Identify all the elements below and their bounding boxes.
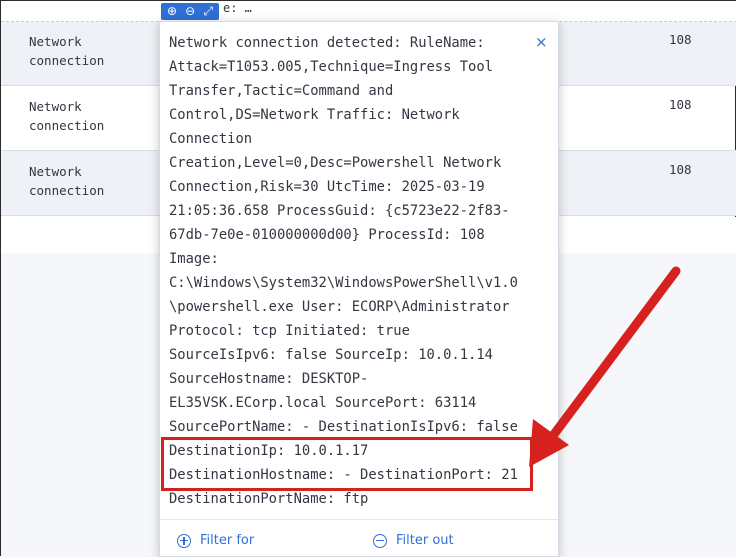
filter-for-label: Filter for bbox=[200, 533, 255, 548]
minus-circle-icon bbox=[373, 533, 387, 548]
zoom-out-icon[interactable]: ⊖ bbox=[185, 3, 195, 20]
process-id-cell: 108 bbox=[669, 97, 692, 112]
process-id-cell: 108 bbox=[669, 162, 692, 177]
column-header: e: … bbox=[1, 1, 736, 22]
filter-out-button[interactable]: Filter out bbox=[373, 533, 454, 548]
zoom-in-icon[interactable]: ⊕ bbox=[167, 3, 177, 20]
filter-for-button[interactable]: Filter for bbox=[177, 533, 254, 548]
event-type-cell: Network connection bbox=[29, 99, 105, 133]
plus-circle-icon bbox=[177, 533, 191, 548]
expand-icon[interactable]: ⤢ bbox=[203, 3, 213, 20]
cell-action-toolbar: ⊕ ⊖ ⤢ bbox=[161, 3, 219, 20]
header-fragment: e: … bbox=[223, 1, 252, 15]
filter-out-label: Filter out bbox=[396, 533, 454, 548]
event-type-cell: Network connection bbox=[29, 34, 105, 68]
process-id-cell: 108 bbox=[669, 32, 692, 47]
close-icon[interactable]: × bbox=[535, 33, 548, 51]
divider bbox=[160, 519, 558, 520]
event-type-cell: Network connection bbox=[29, 164, 105, 198]
annotation-highlight-box bbox=[161, 437, 533, 491]
